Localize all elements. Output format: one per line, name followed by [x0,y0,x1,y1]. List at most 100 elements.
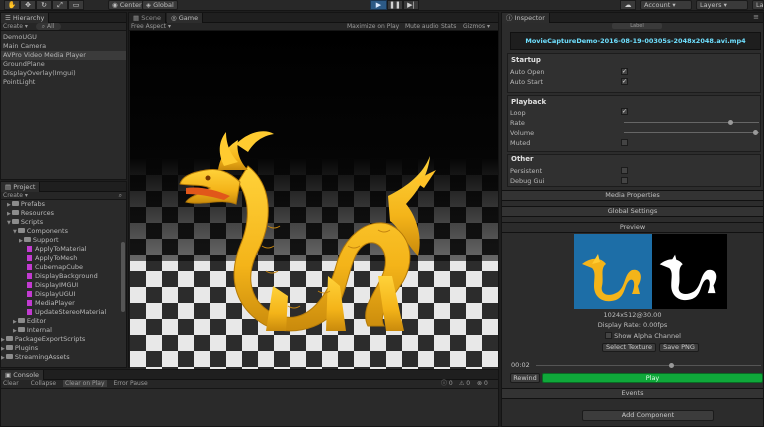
collapse-arrow-icon[interactable]: ▼ [7,220,11,226]
project-search-icon[interactable]: ⌕ [119,192,122,200]
console-error-count[interactable]: ⊗ 0 [477,380,488,388]
volume-slider-knob[interactable] [753,130,759,135]
console-error-pause-toggle[interactable]: Error Pause [113,380,147,387]
pivot-toggle[interactable]: ◉ Center [108,0,146,10]
project-script[interactable]: DisplayUGUI [27,290,75,299]
move-tool-icon[interactable]: ✥ [20,0,36,10]
tab-hierarchy[interactable]: ☰ Hierarchy [1,13,50,23]
project-script[interactable]: CubemapCube [27,263,83,272]
project-script[interactable]: ApplyToMesh [27,254,77,263]
rect-tool-icon[interactable]: ▭ [68,0,84,10]
game-viewport[interactable] [130,31,498,375]
auto-start-checkbox[interactable]: ✓ [621,78,628,85]
tab-project[interactable]: ▤ Project [1,182,41,192]
project-folder[interactable]: ▶ Editor [13,317,46,326]
expand-arrow-icon[interactable]: ▶ [1,337,5,343]
console-collapse-toggle[interactable]: Collapse [31,380,57,387]
save-png-button[interactable]: Save PNG [659,343,699,352]
project-item-label: Resources [20,209,55,217]
persistent-checkbox[interactable] [621,167,628,174]
rate-slider-knob[interactable] [728,120,734,125]
global-settings-foldout[interactable]: Global Settings [502,206,763,217]
cloud-icon[interactable]: ☁ [620,0,636,10]
expand-arrow-icon[interactable]: ▶ [7,202,11,208]
play-button[interactable]: Play [542,373,763,383]
layers-dropdown[interactable]: Layers ▾ [696,0,748,10]
tab-inspector[interactable]: ⓘ Inspector [502,13,550,23]
project-folder[interactable]: ▶ Support [19,236,59,245]
expand-arrow-icon[interactable]: ▶ [7,211,11,217]
hierarchy-item[interactable]: Main Camera [3,42,46,51]
tab-game[interactable]: ◎ Game [167,13,204,23]
console-clear-on-play-toggle[interactable]: Clear on Play [63,380,107,387]
timeline-slider[interactable] [536,365,761,366]
rewind-button[interactable]: Rewind [510,373,540,383]
show-alpha-checkbox[interactable] [605,332,612,339]
expand-arrow-icon[interactable]: ▶ [13,328,17,334]
hierarchy-create-button[interactable]: Create [3,23,23,30]
rate-slider[interactable] [624,122,759,123]
layout-dropdown[interactable]: La [752,0,764,10]
project-script[interactable]: DisplayBackground [27,272,98,281]
events-foldout[interactable]: Events [502,388,763,399]
rotate-tool-icon[interactable]: ↻ [36,0,52,10]
muted-checkbox[interactable] [621,139,628,146]
media-properties-foldout[interactable]: Media Properties [502,190,763,201]
panel-menu-icon[interactable]: ≡ [753,13,759,21]
play-button-icon[interactable]: ▶ [370,0,387,10]
hierarchy-item[interactable]: PointLight [3,78,35,87]
project-folder[interactable]: ▶ Resources [7,209,54,218]
auto-open-checkbox[interactable]: ✓ [621,68,628,75]
project-script[interactable]: MediaPlayer [27,299,75,308]
expand-arrow-icon[interactable]: ▶ [1,346,5,352]
project-script[interactable]: ApplyToMaterial [27,245,87,254]
hierarchy-item[interactable]: DisplayOverlay(Imgui) [3,69,76,78]
expand-arrow-icon[interactable]: ▶ [13,319,17,325]
project-script[interactable]: UpdateStereoMaterial [27,308,106,317]
aspect-dropdown[interactable]: Free Aspect ▾ [131,23,171,30]
hierarchy-search-input[interactable]: ⌕ All [35,23,61,30]
console-clear-button[interactable]: Clear [3,380,19,387]
pause-button-icon[interactable]: ❚❚ [387,0,403,10]
add-component-button[interactable]: Add Component [582,410,714,421]
project-folder[interactable]: ▶ Plugins [1,344,38,353]
csharp-script-icon [27,300,32,306]
project-script[interactable]: DisplayIMGUI [27,281,78,290]
hierarchy-item[interactable]: DemoUGU [3,33,37,42]
stats-toggle[interactable]: Stats [441,23,456,31]
collapse-arrow-icon[interactable]: ▼ [13,229,17,235]
folder-icon [11,201,19,206]
video-file-path[interactable]: MovieCaptureDemo-2016-08-19-00305s-2048x… [510,32,761,50]
tab-scene[interactable]: ▦ Scene [129,13,167,23]
maximize-on-play-toggle[interactable]: Maximize on Play [347,23,399,31]
project-scrollbar[interactable] [121,242,125,312]
timeline-knob[interactable] [669,363,674,368]
tab-console[interactable]: ▣ Console [1,370,45,380]
project-folder[interactable]: ▼ Components [13,227,68,236]
mute-audio-toggle[interactable]: Mute audio [405,23,439,31]
project-folder[interactable]: ▶ PackageExportScripts [1,335,85,344]
volume-slider[interactable] [624,132,759,133]
account-dropdown[interactable]: Account ▾ [640,0,692,10]
project-create-button[interactable]: Create [3,192,23,199]
show-alpha-row[interactable]: Show Alpha Channel [605,332,681,340]
select-texture-button[interactable]: Select Texture [602,343,656,352]
console-log-count[interactable]: ⓘ 0 [441,380,453,388]
debug-gui-checkbox[interactable] [621,177,628,184]
hierarchy-item[interactable]: GroundPlane [3,60,45,69]
preview-foldout[interactable]: Preview [502,222,763,233]
project-folder[interactable]: ▶ StreamingAssets [1,353,70,362]
project-folder[interactable]: ▶ Internal [13,326,52,335]
hand-tool-icon[interactable]: ✋ [4,0,20,10]
expand-arrow-icon[interactable]: ▶ [1,355,5,361]
project-folder[interactable]: ▼ Scripts [7,218,43,227]
scale-tool-icon[interactable]: ⤢ [52,0,68,10]
console-warning-count[interactable]: ⚠ 0 [459,380,470,388]
step-button-icon[interactable]: ▶| [403,0,419,10]
space-toggle[interactable]: ◈ Global [142,0,178,10]
hierarchy-item-selected[interactable]: AVPro Video Media Player [1,51,126,60]
expand-arrow-icon[interactable]: ▶ [19,238,23,244]
project-folder[interactable]: ▶ Prefabs [7,200,45,209]
gizmos-dropdown[interactable]: Gizmos ▾ [463,23,490,31]
loop-checkbox[interactable]: ✓ [621,108,628,115]
